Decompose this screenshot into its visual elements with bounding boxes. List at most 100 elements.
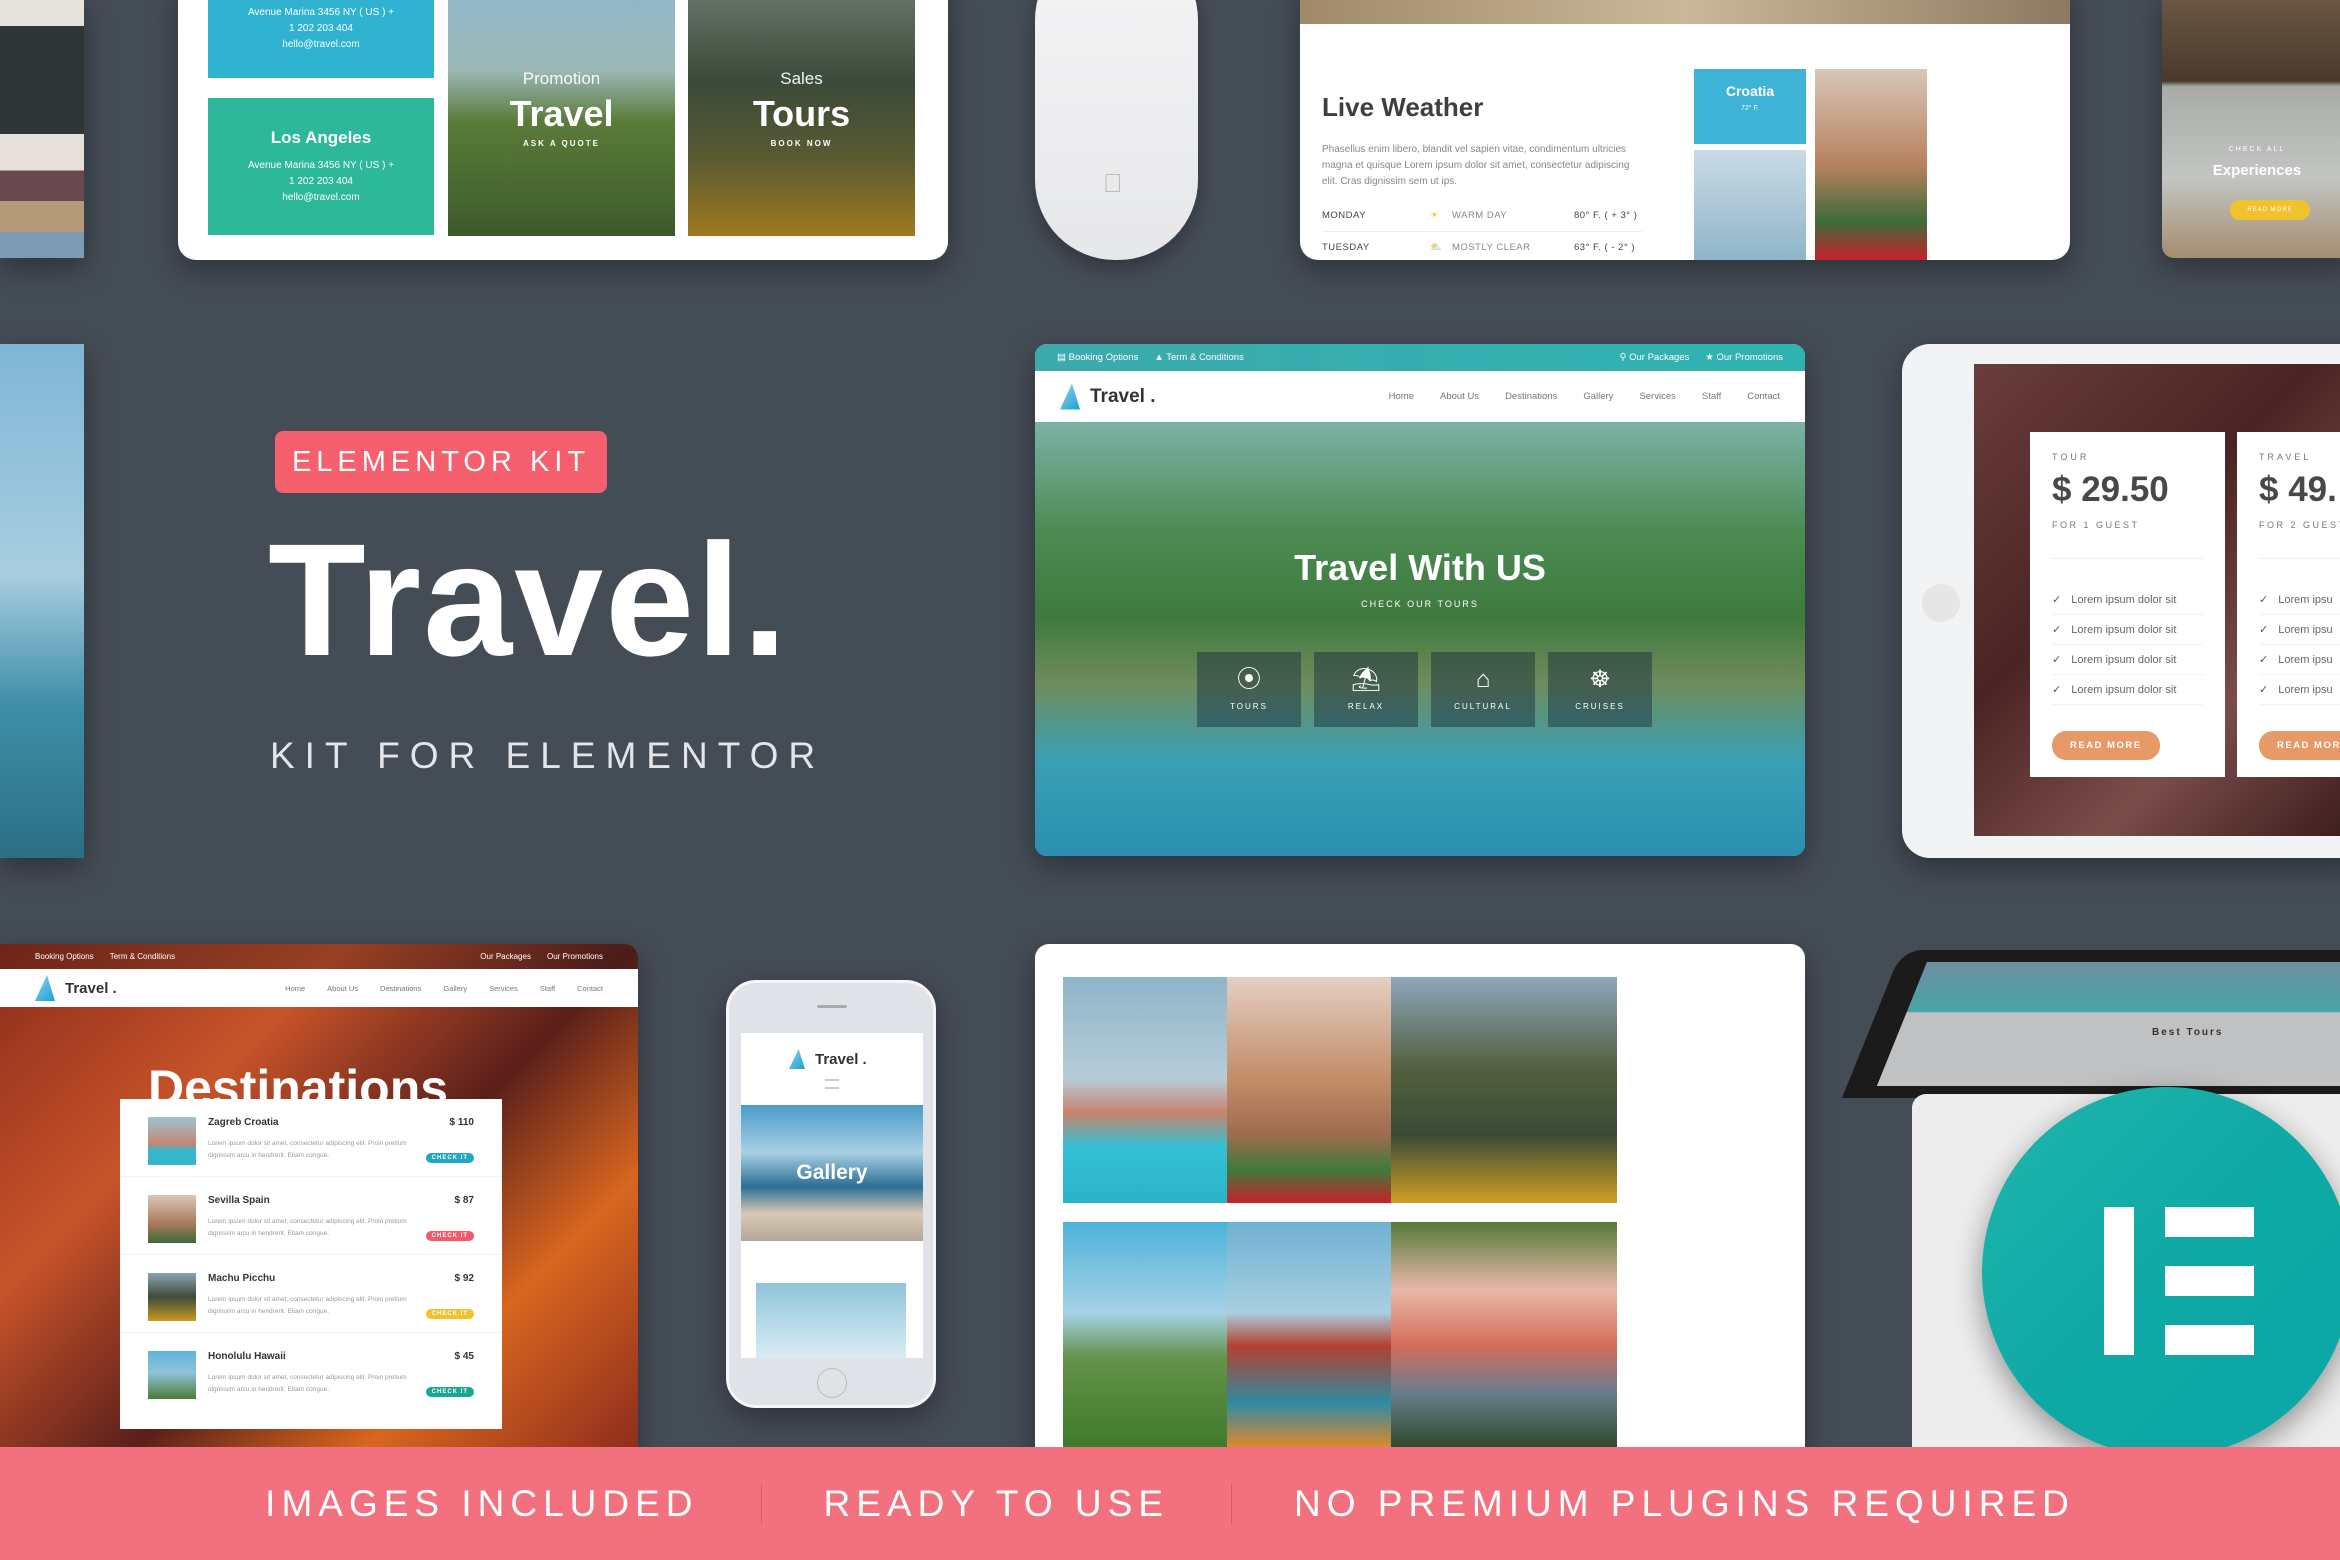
home-button: [1922, 584, 1960, 622]
nav-about[interactable]: About Us: [327, 984, 358, 993]
elementor-kit-badge: ELEMENTOR KIT: [275, 431, 607, 493]
compass-icon: ⦿: [1237, 666, 1261, 693]
contact-tile-los-angeles: Los Angeles Avenue Marina 3456 NY ( US )…: [208, 98, 434, 235]
laptop-screen: [1842, 950, 2340, 1098]
phone-mockup: Travel . Gallery: [726, 980, 936, 1408]
destination-thumb: [148, 1273, 196, 1321]
site-logo[interactable]: Travel .: [789, 1049, 867, 1069]
promotions-link[interactable]: Our Promotions: [547, 952, 603, 961]
weather-text: Phasellus enim libero, blandit vel sapie…: [1322, 144, 1630, 187]
features-band: IMAGES INCLUDED READY TO USE NO PREMIUM …: [0, 1447, 2340, 1560]
beach-umbrella-icon: ⛱: [1350, 666, 1382, 693]
cafe-photo: [0, 0, 84, 258]
ship-wheel-icon: ☸: [1589, 666, 1611, 693]
sky-photo: [1694, 150, 1806, 260]
check-it-button[interactable]: CHECK IT: [425, 1153, 474, 1163]
book-now-link[interactable]: BOOK NOW: [771, 139, 833, 148]
contact-tile: Avenue Marina 3456 NY ( US ) + 1 202 203…: [208, 0, 434, 78]
hamburger-menu-icon[interactable]: [825, 1079, 839, 1089]
pin-icon: ⚲: [1619, 352, 1630, 363]
terms-link[interactable]: Term & Conditions: [110, 952, 175, 961]
elementor-logo-icon: [1982, 1087, 2340, 1457]
sail-logo-icon: [1060, 383, 1080, 410]
packages-link[interactable]: ⚲ Our Packages: [1620, 352, 1690, 363]
nav-services[interactable]: Services: [1639, 391, 1675, 402]
nav-contact[interactable]: Contact: [577, 984, 603, 993]
service-cultural[interactable]: ⌂ CULTURAL: [1431, 652, 1535, 727]
partly-cloudy-icon: ⛅: [1430, 242, 1443, 253]
nav-gallery[interactable]: Gallery: [1583, 391, 1613, 402]
nav-home[interactable]: Home: [1389, 391, 1414, 402]
feature-images-included: IMAGES INCLUDED: [265, 1482, 699, 1524]
weather-card: Live Weather Phasellus enim libero, blan…: [1300, 0, 2070, 260]
divider: [760, 1483, 762, 1524]
divider: [1231, 1483, 1233, 1524]
nav-about[interactable]: About Us: [1440, 391, 1479, 402]
feature-no-premium-plugins: NO PREMIUM PLUGINS REQUIRED: [1294, 1482, 2075, 1524]
destination-thumb: [148, 1117, 196, 1165]
list-item: Machu Picchu Lorem ipsum dolor sit amet, …: [120, 1255, 502, 1333]
experiences-card: CHECK ALL Experiences READ MORE: [2162, 0, 2340, 258]
site-logo[interactable]: Travel .: [35, 975, 117, 1001]
list-item: Zagreb Croatia Lorem ipsum dolor sit amet…: [120, 1099, 502, 1177]
gallery-photo: [756, 1283, 906, 1358]
nav-gallery[interactable]: Gallery: [443, 984, 467, 993]
gallery-banner: Gallery: [741, 1105, 923, 1241]
destinations-preview: Booking Options Term & Conditions Our Pa…: [0, 944, 638, 1464]
read-more-button[interactable]: READ MORE: [2259, 731, 2340, 760]
promo-travel-tile[interactable]: Promotion Travel ASK A QUOTE: [448, 0, 675, 236]
nav-home[interactable]: Home: [285, 984, 305, 993]
laptop-icon: ▤: [1057, 352, 1069, 363]
nav-destinations[interactable]: Destinations: [1505, 391, 1557, 402]
top-bar: Booking Options Term & Conditions Our Pa…: [0, 944, 638, 969]
magic-mouse: : [1035, 0, 1198, 260]
phone-home-button: [817, 1368, 847, 1398]
pricing-card: TOUR $ 29.50 FOR 1 GUEST Lorem ipsum dol…: [2030, 432, 2225, 777]
gallery-photo-positano[interactable]: [1391, 1222, 1617, 1448]
promotions-link[interactable]: ★ Our Promotions: [1705, 352, 1783, 363]
read-more-button[interactable]: READ MORE: [2230, 200, 2310, 220]
palm-beach-photo: [0, 344, 84, 858]
packages-link[interactable]: Our Packages: [480, 952, 531, 961]
check-it-button[interactable]: CHECK IT: [425, 1387, 474, 1397]
main-nav: Travel . Home About Us Destinations Gall…: [1035, 371, 1805, 422]
destination-thumb: [148, 1195, 196, 1243]
service-relax[interactable]: ⛱ RELAX: [1314, 652, 1418, 727]
hero-subtitle: KIT FOR ELEMENTOR: [270, 735, 826, 776]
hero-heading: Travel With US: [1294, 547, 1546, 588]
nav-contact[interactable]: Contact: [1747, 391, 1780, 402]
terms-link[interactable]: ▲ Term & Conditions: [1154, 352, 1244, 363]
phone-speaker: [817, 1005, 847, 1008]
nav-services[interactable]: Services: [489, 984, 518, 993]
best-tours-label: Best Tours: [2152, 1027, 2224, 1038]
check-tours-link[interactable]: CHECK OUR TOURS: [1035, 599, 1805, 609]
pricing-card: TRAVEL $ 49. FOR 2 GUESTS Lorem ipsu Lor…: [2237, 432, 2340, 777]
service-tours[interactable]: ⦿ TOURS: [1197, 652, 1301, 727]
nav-staff[interactable]: Staff: [540, 984, 555, 993]
weather-header-photo: [1300, 0, 2070, 24]
feature-ready-to-use: READY TO USE: [823, 1482, 1170, 1524]
sun-icon: ☀: [1430, 210, 1440, 221]
city-weather-tile: Croatia 72° F.: [1694, 69, 1806, 144]
read-more-button[interactable]: READ MORE: [2052, 731, 2160, 760]
booking-options-link[interactable]: Booking Options: [35, 952, 94, 961]
church-photo: [1815, 69, 1927, 260]
check-it-button[interactable]: CHECK IT: [425, 1231, 474, 1241]
nav-destinations[interactable]: Destinations: [380, 984, 421, 993]
top-bar: ▤ Booking Options ▲ Term & Conditions ⚲ …: [1035, 344, 1805, 371]
weather-row: MONDAY ☀ WARM DAY 80° F. ( + 3° ): [1322, 210, 1642, 232]
gallery-preview: [1035, 944, 1805, 1464]
list-item: Honolulu Hawaii Lorem ipsum dolor sit ame…: [120, 1333, 502, 1411]
homepage-preview: ▤ Booking Options ▲ Term & Conditions ⚲ …: [1035, 344, 1805, 856]
nav-staff[interactable]: Staff: [1702, 391, 1721, 402]
promo-tours-tile[interactable]: Sales Tours BOOK NOW: [688, 0, 915, 236]
ask-quote-link[interactable]: ASK A QUOTE: [523, 139, 600, 148]
check-it-button[interactable]: CHECK IT: [425, 1309, 474, 1319]
booking-options-link[interactable]: ▤ Booking Options: [1057, 352, 1138, 363]
warning-icon: ▲: [1154, 352, 1167, 363]
site-logo[interactable]: Travel .: [1060, 383, 1156, 410]
sail-logo-icon: [789, 1049, 805, 1069]
hero-banner: Travel With US CHECK OUR TOURS ⦿ TOURS ⛱ R…: [1035, 422, 1805, 856]
service-cruises[interactable]: ☸ CRUISES: [1548, 652, 1652, 727]
gallery-photo-machu-picchu[interactable]: [1391, 977, 1617, 1203]
